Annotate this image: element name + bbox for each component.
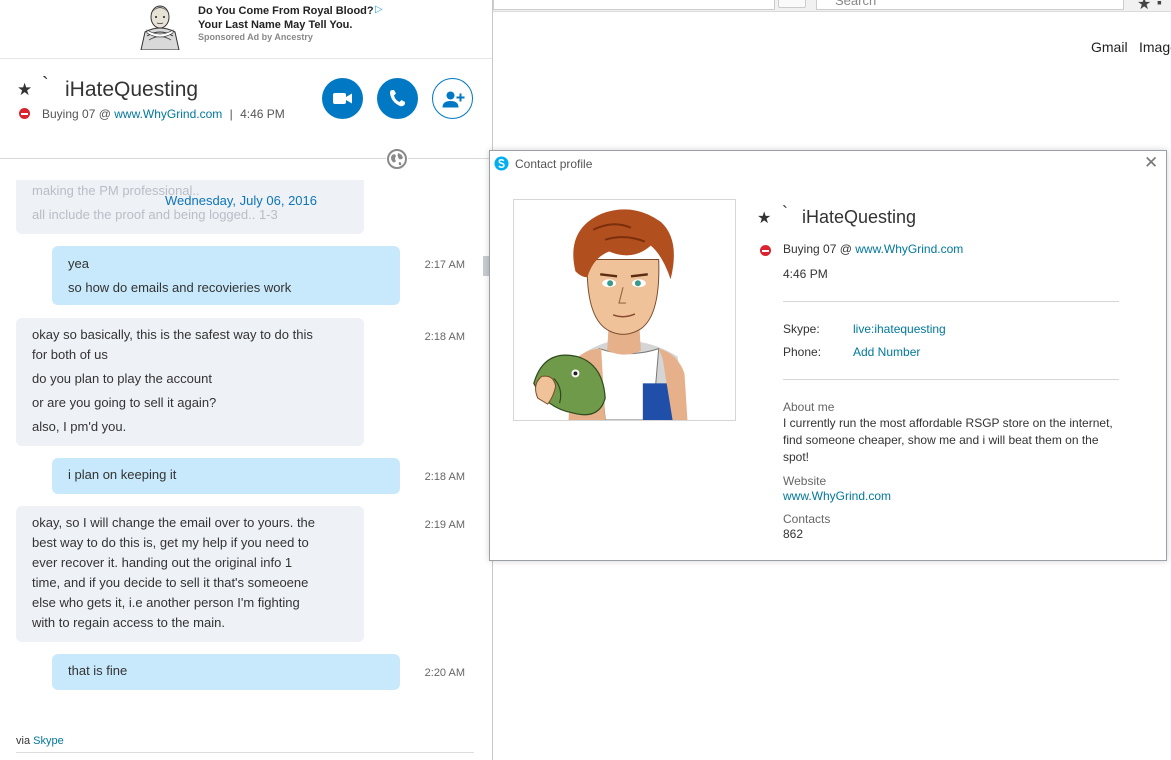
message-timestamp: 2:20 AM: [424, 667, 465, 679]
mood-link[interactable]: www.WhyGrind.com: [855, 242, 963, 256]
add-people-button[interactable]: [432, 78, 473, 119]
profile-mood: Buying 07 @ www.WhyGrind.com: [783, 242, 964, 256]
message-timestamp: 2:18 AM: [424, 331, 465, 343]
skype-link[interactable]: Skype: [33, 735, 64, 747]
phone-label: Phone:: [783, 345, 822, 359]
message-line: time, and if you decide to sell it that'…: [32, 575, 309, 590]
message-bubble-outgoing[interactable]: i plan on keeping it: [52, 458, 400, 494]
message-line: with to regain access to the main.: [32, 615, 225, 630]
message-line: so how do emails and recovieries work: [68, 280, 292, 295]
skype-id-label: Skype:: [783, 322, 820, 336]
window-title: Contact profile: [515, 157, 593, 171]
name-prefix: `: [42, 74, 49, 96]
message-line: ever recover it. handing out the origina…: [32, 555, 293, 570]
skype-logo-icon: [494, 156, 509, 171]
mood-link[interactable]: www.WhyGrind.com: [114, 107, 222, 121]
close-icon[interactable]: ✕: [1144, 153, 1158, 173]
ad-sponsor-label: Sponsored Ad by Ancestry: [198, 32, 313, 42]
address-bar[interactable]: [493, 0, 775, 10]
gmail-link[interactable]: Gmail: [1091, 39, 1128, 55]
contacts-label: Contacts: [783, 512, 831, 526]
divider: [0, 58, 492, 59]
divider: [783, 301, 1119, 302]
header-divider: [0, 158, 492, 159]
message-line: best way to do this is, get my help if y…: [32, 535, 309, 550]
name-prefix: `: [782, 203, 788, 223]
contact-status: Buying 07 @ www.WhyGrind.com | 4:46 PM: [42, 107, 285, 121]
skype-id-value[interactable]: live:ihatequesting: [853, 322, 946, 336]
ad-title[interactable]: Do You Come From Royal Blood? Your Last N…: [198, 4, 378, 32]
message-bubble-incoming[interactable]: okay so basically, this is the safest wa…: [16, 318, 364, 446]
about-me-text: I currently run the most affordable RSGP…: [783, 416, 1113, 464]
message-bubble-incoming[interactable]: okay, so I will change the email over to…: [16, 506, 364, 642]
divider: [783, 379, 1119, 380]
browser-refresh-button[interactable]: [778, 0, 806, 8]
favorite-star-icon[interactable]: ★: [17, 80, 32, 100]
images-link[interactable]: Image: [1139, 39, 1171, 55]
profile-local-time: 4:46 PM: [783, 267, 828, 281]
message-line: do you plan to play the account: [32, 371, 212, 386]
globe-icon[interactable]: [385, 147, 409, 171]
message-line: okay so basically, this is the safest wa…: [32, 327, 313, 342]
video-call-button[interactable]: [322, 78, 363, 119]
contacts-count: 862: [783, 527, 804, 541]
browser-search-input[interactable]: Search: [816, 0, 1124, 10]
message-line: else who gets it, i.e another person I'm…: [32, 595, 300, 610]
audio-call-button[interactable]: [377, 78, 418, 119]
do-not-disturb-icon: [19, 108, 30, 119]
add-people-icon: [442, 91, 465, 108]
profile-name: iHateQuesting: [802, 207, 917, 227]
skype-chat-panel: Do You Come From Royal Blood? Your Last N…: [0, 0, 493, 760]
browser-menu-icon[interactable]: ▪: [1157, 0, 1162, 10]
ad-choices-icon[interactable]: ▷: [375, 4, 383, 15]
via-skype-label: via Skype: [16, 735, 64, 747]
date-separator: Wednesday, July 06, 2016: [164, 193, 317, 208]
do-not-disturb-icon: [760, 245, 771, 256]
message-line: for both of us: [32, 347, 108, 362]
contact-avatar[interactable]: [513, 199, 736, 421]
message-timestamp: 2:17 AM: [424, 259, 465, 271]
ad-thumbnail-image[interactable]: [133, 2, 187, 50]
message-line: okay, so I will change the email over to…: [32, 515, 316, 530]
message-line: i plan on keeping it: [68, 467, 177, 482]
favorite-star-icon[interactable]: ★: [757, 208, 771, 228]
bookmark-star-icon[interactable]: ★: [1137, 0, 1151, 14]
message-timestamp: 2:18 AM: [424, 471, 465, 483]
add-number-link[interactable]: Add Number: [853, 345, 920, 359]
website-label: Website: [783, 474, 827, 488]
video-call-icon: [333, 93, 352, 104]
message-timestamp: 2:19 AM: [424, 519, 465, 531]
about-me-label: About me: [783, 400, 835, 414]
contact-profile-window: Contact profile ✕ ★ ` iHateQuesting Buyi…: [489, 150, 1167, 561]
divider: [16, 752, 474, 753]
message-line: that is fine: [68, 663, 128, 678]
message-line: also, I pm'd you.: [32, 419, 127, 434]
contact-name[interactable]: iHateQuesting: [65, 78, 198, 102]
message-bubble-outgoing[interactable]: yea so how do emails and recovieries wor…: [52, 246, 400, 305]
message-line: or are you going to sell it again?: [32, 395, 217, 410]
audio-call-icon: [390, 90, 405, 107]
message-line: yea: [68, 256, 89, 271]
message-bubble-outgoing[interactable]: that is fine: [52, 654, 400, 690]
website-link[interactable]: www.WhyGrind.com: [783, 489, 891, 503]
